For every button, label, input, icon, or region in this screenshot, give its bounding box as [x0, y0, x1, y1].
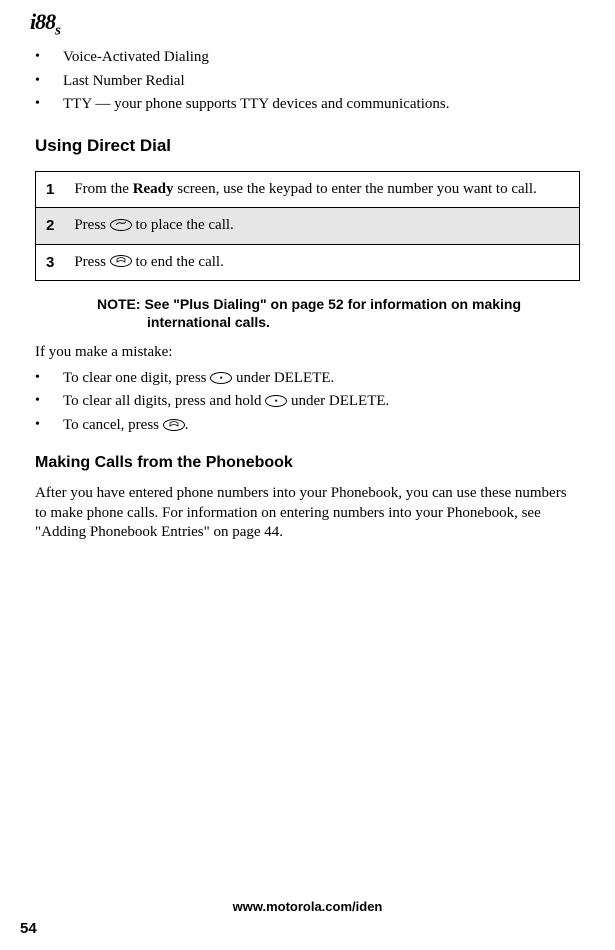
- step-number: 1: [36, 171, 65, 208]
- steps-table: 1 From the Ready screen, use the keypad …: [35, 171, 580, 282]
- end-key-icon: [163, 419, 185, 431]
- text: To cancel, press: [63, 417, 163, 433]
- table-row: 2 Press to place the call.: [36, 208, 580, 245]
- text: Press: [74, 217, 109, 233]
- text: .: [185, 417, 189, 433]
- text: screen, use the keypad to enter the numb…: [174, 181, 537, 197]
- intro-bullet-list: Voice-Activated Dialing Last Number Redi…: [35, 48, 580, 115]
- step-text: From the Ready screen, use the keypad to…: [64, 171, 579, 208]
- text: To clear one digit, press: [63, 370, 210, 386]
- step-number: 3: [36, 244, 65, 281]
- list-item: To clear one digit, press under DELETE.: [35, 369, 580, 389]
- table-row: 3 Press to end the call.: [36, 244, 580, 281]
- list-item: To cancel, press .: [35, 416, 580, 436]
- dot-key-icon: [265, 395, 287, 407]
- note-label: NOTE:: [97, 296, 141, 312]
- end-key-icon: [110, 255, 132, 267]
- footer-url: www.motorola.com/iden: [0, 899, 615, 916]
- dot-key-icon: [210, 372, 232, 384]
- call-key-icon: [110, 219, 132, 231]
- text: To clear all digits, press and hold: [63, 393, 265, 409]
- mistake-intro: If you make a mistake:: [35, 343, 580, 363]
- step-text: Press to place the call.: [64, 208, 579, 245]
- header-logo: i88s: [30, 8, 60, 41]
- section-heading-phonebook: Making Calls from the Phonebook: [35, 453, 580, 474]
- phonebook-body: After you have entered phone numbers int…: [35, 484, 580, 543]
- step-text: Press to end the call.: [64, 244, 579, 281]
- logo-suffix: s: [55, 22, 60, 38]
- note-block: NOTE: See "Plus Dialing" on page 52 for …: [65, 295, 580, 331]
- list-item: TTY — your phone supports TTY devices an…: [35, 95, 580, 115]
- table-row: 1 From the Ready screen, use the keypad …: [36, 171, 580, 208]
- page-number: 54: [20, 919, 37, 939]
- note-text: See "Plus Dialing" on page 52 for inform…: [144, 296, 521, 330]
- text: to end the call.: [132, 254, 224, 270]
- text: to place the call.: [132, 217, 234, 233]
- list-item-text: Last Number Redial: [63, 73, 185, 89]
- text: From the: [74, 181, 132, 197]
- list-item-text: Voice-Activated Dialing: [63, 49, 209, 65]
- page-content: Voice-Activated Dialing Last Number Redi…: [35, 48, 580, 543]
- list-item: Last Number Redial: [35, 72, 580, 92]
- list-item: To clear all digits, press and hold unde…: [35, 392, 580, 412]
- logo-text: i88: [30, 9, 55, 34]
- step-number: 2: [36, 208, 65, 245]
- section-heading-direct-dial: Using Direct Dial: [35, 135, 580, 157]
- bold-text: Ready: [133, 181, 174, 197]
- text: under DELETE.: [287, 393, 389, 409]
- list-item-text: TTY — your phone supports TTY devices an…: [63, 96, 449, 112]
- text: Press: [74, 254, 109, 270]
- mistake-bullet-list: To clear one digit, press under DELETE. …: [35, 369, 580, 436]
- text: under DELETE.: [232, 370, 334, 386]
- list-item: Voice-Activated Dialing: [35, 48, 580, 68]
